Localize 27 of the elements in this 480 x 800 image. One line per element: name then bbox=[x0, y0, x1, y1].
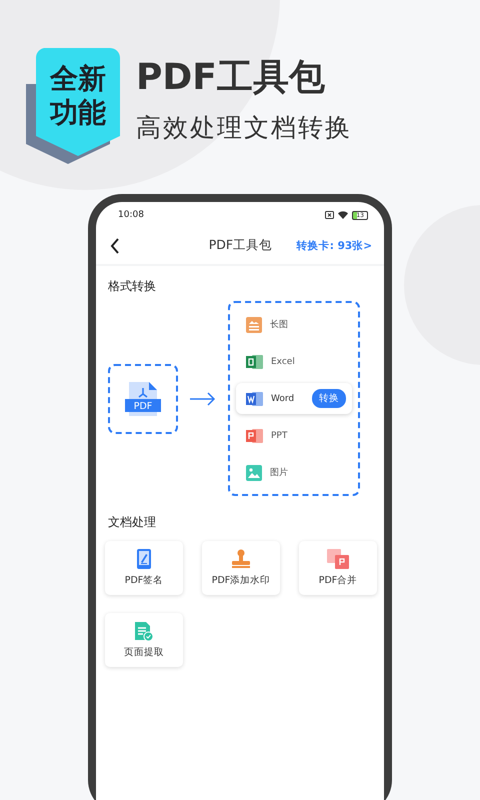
back-icon[interactable] bbox=[110, 238, 120, 254]
tool-tile[interactable]: PDF合并 bbox=[299, 541, 377, 595]
headline-subtitle: 高效处理文档转换 bbox=[136, 112, 352, 144]
long-image-icon bbox=[246, 316, 262, 332]
slides-icon bbox=[246, 428, 263, 444]
spreadsheet-icon bbox=[246, 354, 263, 370]
headline-title: PDF工具包 bbox=[136, 56, 326, 100]
merge-pages-icon bbox=[327, 549, 349, 569]
no-sim-icon bbox=[325, 211, 334, 219]
page-check-icon bbox=[135, 621, 153, 641]
wifi-icon bbox=[338, 211, 348, 219]
section-title: 文档处理 bbox=[107, 514, 157, 531]
status-time: 10:08 bbox=[118, 210, 144, 220]
tool-tile[interactable]: 页面提取 bbox=[105, 613, 183, 667]
conversion-card-link[interactable]: 转换卡: 93张> bbox=[296, 238, 372, 252]
convert-button[interactable]: 转换 bbox=[312, 389, 346, 408]
format-option[interactable]: Word 转换 bbox=[236, 383, 352, 414]
document-icon bbox=[246, 390, 263, 406]
tool-tile[interactable]: PDF添加水印 bbox=[202, 541, 280, 595]
stamp-icon bbox=[230, 549, 252, 569]
nav-title: PDF工具包 bbox=[208, 237, 272, 254]
arrow-right-icon bbox=[190, 392, 216, 406]
picture-icon bbox=[246, 464, 262, 480]
section-title: 格式转换 bbox=[107, 278, 157, 295]
tablet-pen-icon bbox=[137, 549, 151, 569]
tool-tile[interactable]: PDF签名 bbox=[105, 541, 183, 595]
source-file-box[interactable]: PDF bbox=[108, 364, 178, 434]
